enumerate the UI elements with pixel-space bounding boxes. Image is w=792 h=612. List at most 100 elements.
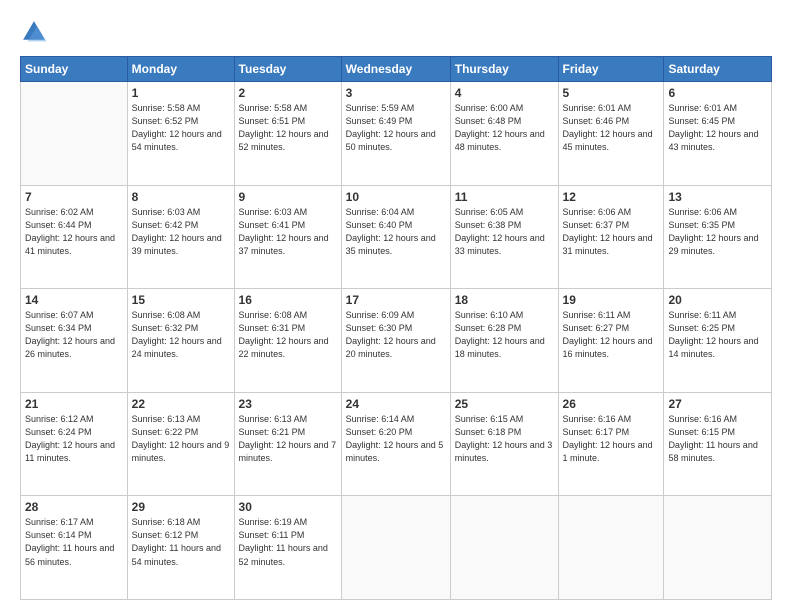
day-info: Sunrise: 6:08 AM Sunset: 6:31 PM Dayligh…	[239, 309, 337, 361]
day-number: 26	[563, 397, 660, 411]
calendar-cell: 12 Sunrise: 6:06 AM Sunset: 6:37 PM Dayl…	[558, 185, 664, 289]
day-info: Sunrise: 5:58 AM Sunset: 6:51 PM Dayligh…	[239, 102, 337, 154]
day-number: 11	[455, 190, 554, 204]
day-number: 16	[239, 293, 337, 307]
day-number: 25	[455, 397, 554, 411]
day-info: Sunrise: 6:03 AM Sunset: 6:41 PM Dayligh…	[239, 206, 337, 258]
calendar-cell: 11 Sunrise: 6:05 AM Sunset: 6:38 PM Dayl…	[450, 185, 558, 289]
day-info: Sunrise: 6:16 AM Sunset: 6:17 PM Dayligh…	[563, 413, 660, 465]
day-info: Sunrise: 6:01 AM Sunset: 6:46 PM Dayligh…	[563, 102, 660, 154]
calendar-cell: 17 Sunrise: 6:09 AM Sunset: 6:30 PM Dayl…	[341, 289, 450, 393]
day-info: Sunrise: 6:06 AM Sunset: 6:35 PM Dayligh…	[668, 206, 767, 258]
day-number: 9	[239, 190, 337, 204]
day-number: 6	[668, 86, 767, 100]
calendar-cell: 5 Sunrise: 6:01 AM Sunset: 6:46 PM Dayli…	[558, 82, 664, 186]
day-info: Sunrise: 6:05 AM Sunset: 6:38 PM Dayligh…	[455, 206, 554, 258]
calendar-cell: 29 Sunrise: 6:18 AM Sunset: 6:12 PM Dayl…	[127, 496, 234, 600]
calendar-cell	[21, 82, 128, 186]
day-info: Sunrise: 6:08 AM Sunset: 6:32 PM Dayligh…	[132, 309, 230, 361]
calendar-cell: 1 Sunrise: 5:58 AM Sunset: 6:52 PM Dayli…	[127, 82, 234, 186]
calendar-header-day: Saturday	[664, 57, 772, 82]
day-info: Sunrise: 6:04 AM Sunset: 6:40 PM Dayligh…	[346, 206, 446, 258]
calendar-week-row: 21 Sunrise: 6:12 AM Sunset: 6:24 PM Dayl…	[21, 392, 772, 496]
calendar-cell: 2 Sunrise: 5:58 AM Sunset: 6:51 PM Dayli…	[234, 82, 341, 186]
calendar-cell: 9 Sunrise: 6:03 AM Sunset: 6:41 PM Dayli…	[234, 185, 341, 289]
day-info: Sunrise: 6:16 AM Sunset: 6:15 PM Dayligh…	[668, 413, 767, 465]
calendar-cell	[558, 496, 664, 600]
header	[20, 18, 772, 46]
day-number: 10	[346, 190, 446, 204]
day-info: Sunrise: 5:59 AM Sunset: 6:49 PM Dayligh…	[346, 102, 446, 154]
calendar-cell: 15 Sunrise: 6:08 AM Sunset: 6:32 PM Dayl…	[127, 289, 234, 393]
logo	[20, 18, 52, 46]
day-info: Sunrise: 6:14 AM Sunset: 6:20 PM Dayligh…	[346, 413, 446, 465]
calendar-cell: 30 Sunrise: 6:19 AM Sunset: 6:11 PM Dayl…	[234, 496, 341, 600]
calendar-header-day: Tuesday	[234, 57, 341, 82]
day-number: 4	[455, 86, 554, 100]
day-info: Sunrise: 6:10 AM Sunset: 6:28 PM Dayligh…	[455, 309, 554, 361]
day-number: 13	[668, 190, 767, 204]
calendar-cell: 20 Sunrise: 6:11 AM Sunset: 6:25 PM Dayl…	[664, 289, 772, 393]
day-number: 30	[239, 500, 337, 514]
day-number: 23	[239, 397, 337, 411]
day-info: Sunrise: 6:13 AM Sunset: 6:21 PM Dayligh…	[239, 413, 337, 465]
calendar-header-day: Sunday	[21, 57, 128, 82]
day-number: 8	[132, 190, 230, 204]
day-info: Sunrise: 6:19 AM Sunset: 6:11 PM Dayligh…	[239, 516, 337, 568]
calendar-week-row: 14 Sunrise: 6:07 AM Sunset: 6:34 PM Dayl…	[21, 289, 772, 393]
calendar-cell: 21 Sunrise: 6:12 AM Sunset: 6:24 PM Dayl…	[21, 392, 128, 496]
calendar-header-day: Friday	[558, 57, 664, 82]
calendar-header-row: SundayMondayTuesdayWednesdayThursdayFrid…	[21, 57, 772, 82]
calendar-cell: 4 Sunrise: 6:00 AM Sunset: 6:48 PM Dayli…	[450, 82, 558, 186]
day-number: 24	[346, 397, 446, 411]
day-number: 3	[346, 86, 446, 100]
day-number: 21	[25, 397, 123, 411]
calendar-cell: 25 Sunrise: 6:15 AM Sunset: 6:18 PM Dayl…	[450, 392, 558, 496]
day-info: Sunrise: 5:58 AM Sunset: 6:52 PM Dayligh…	[132, 102, 230, 154]
calendar-cell: 22 Sunrise: 6:13 AM Sunset: 6:22 PM Dayl…	[127, 392, 234, 496]
day-info: Sunrise: 6:00 AM Sunset: 6:48 PM Dayligh…	[455, 102, 554, 154]
day-info: Sunrise: 6:02 AM Sunset: 6:44 PM Dayligh…	[25, 206, 123, 258]
page: SundayMondayTuesdayWednesdayThursdayFrid…	[0, 0, 792, 612]
day-number: 19	[563, 293, 660, 307]
day-number: 27	[668, 397, 767, 411]
day-info: Sunrise: 6:11 AM Sunset: 6:27 PM Dayligh…	[563, 309, 660, 361]
day-number: 5	[563, 86, 660, 100]
calendar-cell: 19 Sunrise: 6:11 AM Sunset: 6:27 PM Dayl…	[558, 289, 664, 393]
day-info: Sunrise: 6:03 AM Sunset: 6:42 PM Dayligh…	[132, 206, 230, 258]
day-number: 15	[132, 293, 230, 307]
calendar-cell: 18 Sunrise: 6:10 AM Sunset: 6:28 PM Dayl…	[450, 289, 558, 393]
calendar-cell: 28 Sunrise: 6:17 AM Sunset: 6:14 PM Dayl…	[21, 496, 128, 600]
calendar-week-row: 1 Sunrise: 5:58 AM Sunset: 6:52 PM Dayli…	[21, 82, 772, 186]
day-info: Sunrise: 6:06 AM Sunset: 6:37 PM Dayligh…	[563, 206, 660, 258]
day-info: Sunrise: 6:13 AM Sunset: 6:22 PM Dayligh…	[132, 413, 230, 465]
calendar-cell: 14 Sunrise: 6:07 AM Sunset: 6:34 PM Dayl…	[21, 289, 128, 393]
day-number: 20	[668, 293, 767, 307]
day-number: 29	[132, 500, 230, 514]
calendar-header-day: Thursday	[450, 57, 558, 82]
day-info: Sunrise: 6:01 AM Sunset: 6:45 PM Dayligh…	[668, 102, 767, 154]
day-number: 17	[346, 293, 446, 307]
day-number: 22	[132, 397, 230, 411]
day-number: 18	[455, 293, 554, 307]
calendar-cell	[664, 496, 772, 600]
day-info: Sunrise: 6:07 AM Sunset: 6:34 PM Dayligh…	[25, 309, 123, 361]
calendar-cell: 13 Sunrise: 6:06 AM Sunset: 6:35 PM Dayl…	[664, 185, 772, 289]
logo-icon	[20, 18, 48, 46]
calendar-header-day: Wednesday	[341, 57, 450, 82]
day-number: 7	[25, 190, 123, 204]
day-number: 14	[25, 293, 123, 307]
calendar-cell: 16 Sunrise: 6:08 AM Sunset: 6:31 PM Dayl…	[234, 289, 341, 393]
day-number: 2	[239, 86, 337, 100]
day-info: Sunrise: 6:12 AM Sunset: 6:24 PM Dayligh…	[25, 413, 123, 465]
calendar-cell: 26 Sunrise: 6:16 AM Sunset: 6:17 PM Dayl…	[558, 392, 664, 496]
day-number: 28	[25, 500, 123, 514]
calendar-cell	[341, 496, 450, 600]
day-number: 12	[563, 190, 660, 204]
calendar-cell: 27 Sunrise: 6:16 AM Sunset: 6:15 PM Dayl…	[664, 392, 772, 496]
calendar-cell: 7 Sunrise: 6:02 AM Sunset: 6:44 PM Dayli…	[21, 185, 128, 289]
calendar-week-row: 28 Sunrise: 6:17 AM Sunset: 6:14 PM Dayl…	[21, 496, 772, 600]
day-number: 1	[132, 86, 230, 100]
calendar-cell: 24 Sunrise: 6:14 AM Sunset: 6:20 PM Dayl…	[341, 392, 450, 496]
calendar-cell	[450, 496, 558, 600]
